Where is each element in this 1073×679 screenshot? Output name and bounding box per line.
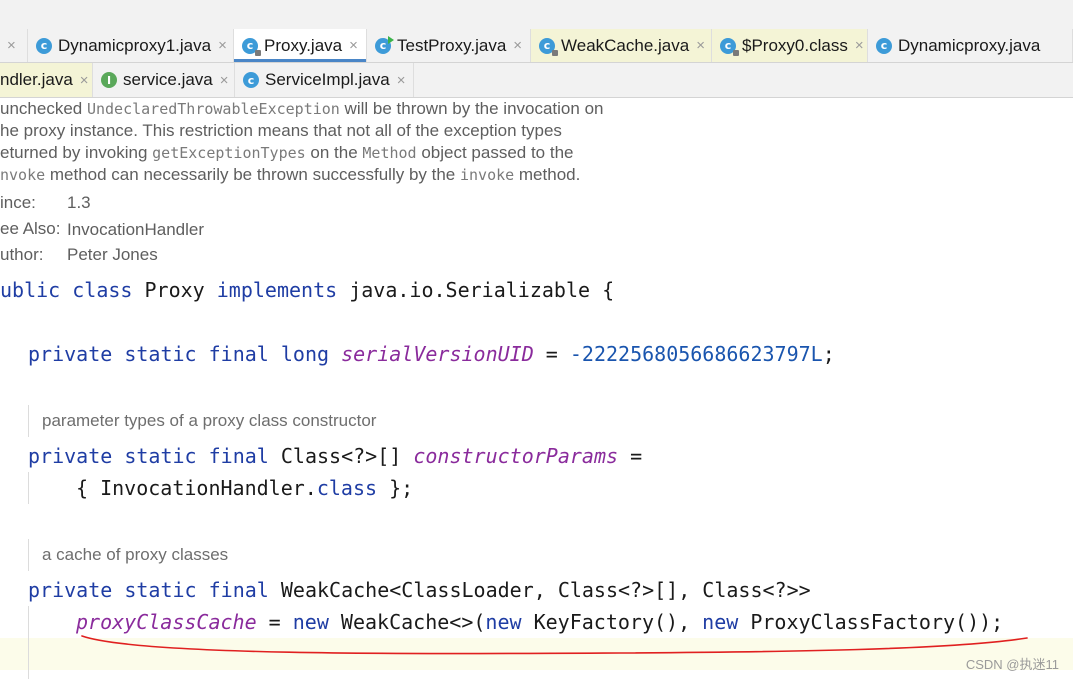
tab-overflow[interactable]: ×	[0, 29, 28, 62]
close-icon[interactable]: ×	[349, 37, 358, 54]
code-text: =	[533, 342, 570, 366]
tab-serviceimpl[interactable]: c ServiceImpl.java ×	[235, 63, 414, 97]
javadoc-line: unchecked UndeclaredThrowableException w…	[0, 99, 603, 119]
doc-text: method.	[514, 165, 581, 184]
doc-since-value: 1.3	[67, 193, 91, 212]
tab-dynamicproxy1[interactable]: c Dynamicproxy1.java ×	[28, 29, 234, 62]
doc-code: nvoke	[0, 166, 46, 184]
keyword: private static final	[28, 444, 269, 468]
keyword: implements	[216, 278, 338, 302]
tab-label: TestProxy.java	[397, 35, 507, 55]
tab-label: Proxy.java	[264, 35, 343, 55]
javadoc-line: eturned by invoking getExceptionTypes on…	[0, 143, 573, 163]
doc-text: will be thrown by the invocation on	[339, 99, 604, 118]
class-icon: c	[36, 37, 52, 54]
code-line-serial-uid[interactable]: private static final long serialVersionU…	[28, 342, 835, 366]
tab-testproxy[interactable]: c TestProxy.java ×	[367, 29, 531, 62]
doc-text: method can necessarily be thrown success…	[45, 165, 460, 184]
code-text: };	[377, 476, 414, 500]
code-text: Class<?>[]	[268, 444, 414, 468]
doc-code: invoke	[459, 166, 515, 184]
code-line-weakcache-decl[interactable]: private static final WeakCache<ClassLoad…	[28, 578, 811, 602]
title-bar	[0, 0, 1073, 30]
indent-guide	[28, 472, 29, 504]
tab-dynamicproxy[interactable]: c Dynamicproxy.java	[868, 29, 1073, 62]
editor-tab-row-2: ndler.java × I service.java × c ServiceI…	[0, 63, 1073, 98]
close-icon[interactable]: ×	[855, 37, 864, 54]
doc-code: Method	[362, 144, 417, 162]
tab-handler[interactable]: ndler.java ×	[0, 63, 93, 97]
doc-text: object passed to the	[416, 143, 574, 162]
comment-guide	[28, 539, 29, 571]
watermark: CSDN @执迷11	[965, 657, 1059, 672]
field-name: constructorParams	[413, 444, 619, 468]
doc-text: on the	[305, 143, 363, 162]
tab-label: Dynamicproxy1.java	[58, 35, 212, 55]
rendered-comment: a cache of proxy classes	[42, 545, 229, 564]
javadoc-line: nvoke method can necessarily be thrown s…	[0, 165, 580, 185]
red-underline-annotation	[81, 635, 1028, 655]
code-line-class-decl[interactable]: ublic class Proxy implements java.io.Ser…	[0, 278, 614, 302]
close-icon[interactable]: ×	[513, 37, 522, 54]
doc-since-label: ince:	[0, 193, 36, 212]
class-locked-icon: c	[720, 37, 739, 56]
tab-service[interactable]: I service.java ×	[93, 63, 235, 97]
code-text: { InvocationHandler.	[76, 476, 317, 500]
code-text: java.io.Serializable {	[337, 278, 615, 302]
tab-label: WeakCache.java	[561, 35, 690, 55]
tab-proxy0-class[interactable]: c $Proxy0.class ×	[712, 29, 868, 62]
close-icon[interactable]: ×	[397, 72, 406, 89]
tab-proxy[interactable]: c Proxy.java ×	[234, 29, 367, 62]
doc-text: unchecked	[0, 99, 87, 118]
code-line-constructor-params[interactable]: private static final Class<?>[] construc…	[28, 444, 642, 468]
tab-label: ServiceImpl.java	[265, 70, 390, 89]
tab-label: service.java	[123, 70, 213, 89]
keyword: class	[316, 476, 378, 500]
close-icon[interactable]: ×	[7, 37, 16, 54]
close-icon[interactable]: ×	[220, 72, 229, 89]
class-locked-icon: c	[539, 37, 558, 56]
class-runnable-icon: c	[375, 35, 394, 54]
interface-icon: I	[101, 72, 117, 88]
doc-text: he proxy instance. This restriction mean…	[0, 121, 562, 140]
rendered-comment: parameter types of a proxy class constru…	[42, 411, 377, 430]
close-icon[interactable]: ×	[80, 72, 89, 89]
code-line-invocation-handler[interactable]: { InvocationHandler.class };	[76, 476, 413, 500]
doc-text: eturned by invoking	[0, 143, 153, 162]
field-name: serialVersionUID	[341, 342, 534, 366]
doc-code: UndeclaredThrowableException	[86, 100, 340, 118]
doc-author-label: uthor:	[0, 245, 44, 264]
doc-author-value: Peter Jones	[67, 245, 158, 264]
tab-label: $Proxy0.class	[742, 35, 848, 55]
keyword: private static final long	[28, 342, 330, 366]
comment-guide	[28, 405, 29, 437]
doc-code: getExceptionTypes	[152, 144, 306, 162]
close-icon[interactable]: ×	[218, 37, 227, 54]
close-icon[interactable]: ×	[696, 37, 705, 54]
editor-tab-row-1: × c Dynamicproxy1.java × c Proxy.java × …	[0, 29, 1073, 63]
tab-label: ndler.java	[0, 70, 73, 89]
code-text: =	[618, 444, 643, 468]
class-icon: c	[876, 37, 892, 54]
doc-see-label: ee Also:	[0, 219, 61, 238]
class-locked-icon: c	[242, 37, 261, 56]
class-icon: c	[243, 72, 259, 88]
tab-weakcache[interactable]: c WeakCache.java ×	[531, 29, 712, 62]
tab-label: Dynamicproxy.java	[898, 35, 1041, 55]
keyword: private static final	[28, 578, 269, 602]
code-text: ;	[822, 342, 835, 366]
javadoc-line: he proxy instance. This restriction mean…	[0, 121, 562, 141]
number-literal: -2222568056686623797L	[569, 342, 823, 366]
doc-see-link[interactable]: InvocationHandler	[67, 220, 204, 240]
keyword: ublic class	[0, 278, 133, 302]
code-text: Proxy	[132, 278, 217, 302]
code-text: WeakCache<ClassLoader, Class<?>[], Class…	[268, 578, 811, 602]
